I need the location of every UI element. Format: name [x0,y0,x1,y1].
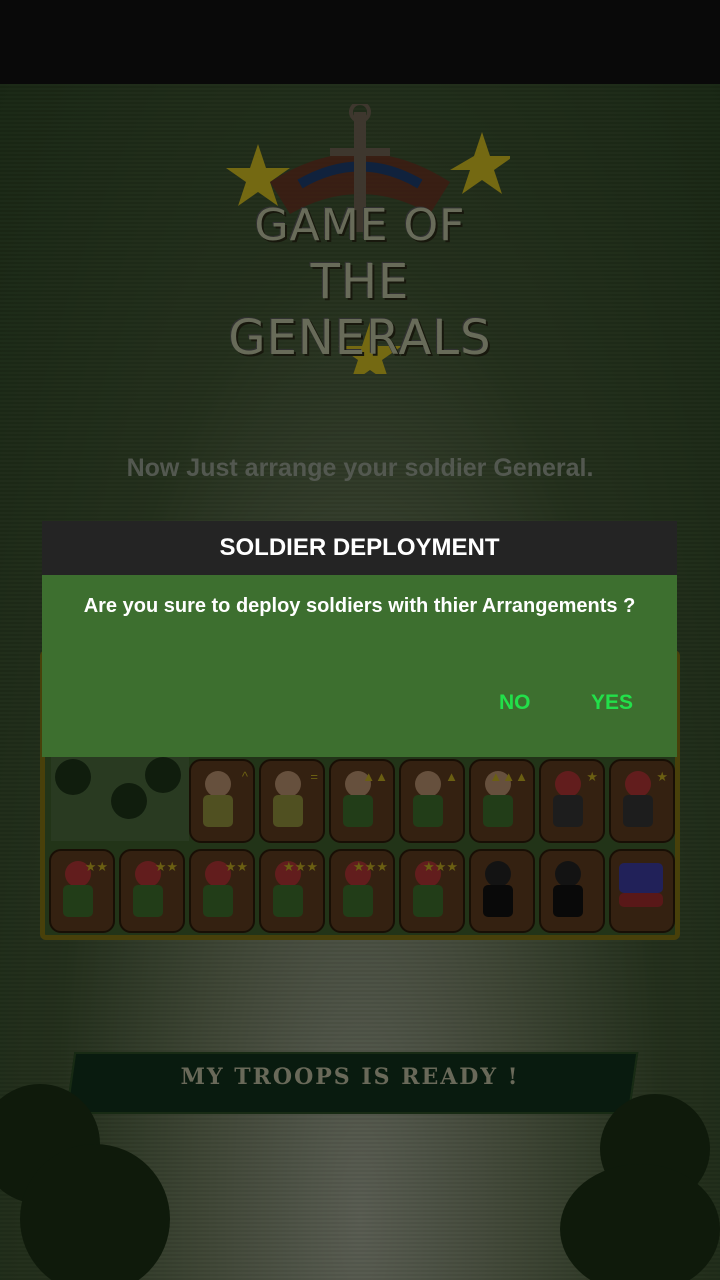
dialog-message: Are you sure to deploy soldiers with thi… [83,595,636,617]
dialog-header: SOLDIER DEPLOYMENT [42,521,677,575]
deployment-dialog: SOLDIER DEPLOYMENT Are you sure to deplo… [42,521,677,757]
no-button[interactable]: NO [499,691,531,715]
dialog-title: SOLDIER DEPLOYMENT [219,534,500,561]
yes-button[interactable]: YES [591,691,633,715]
